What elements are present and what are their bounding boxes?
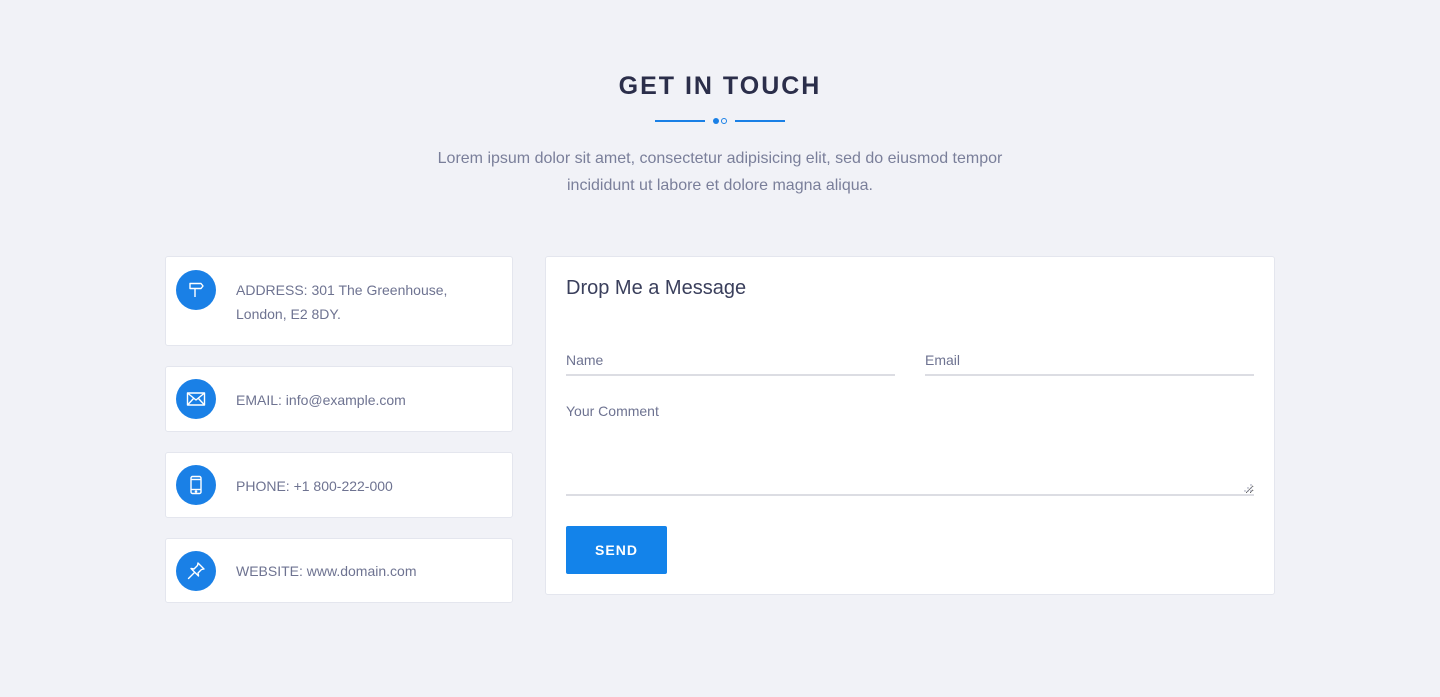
section-subtitle: Lorem ipsum dolor sit amet, consectetur …	[437, 150, 1003, 194]
website-text: WEBSITE: www.domain.com	[236, 563, 417, 579]
divider-dot-hollow	[721, 118, 727, 124]
section-title: GET IN TOUCH	[618, 72, 822, 100]
send-button[interactable]: SEND	[566, 526, 667, 574]
comment-field[interactable]	[566, 403, 1254, 496]
resize-handle-icon[interactable]	[1243, 483, 1252, 492]
website-card: WEBSITE: www.domain.com	[165, 538, 513, 603]
phone-text: PHONE: +1 800-222-000	[236, 478, 393, 494]
address-icon-badge	[176, 270, 216, 310]
phone-icon-badge	[176, 465, 216, 505]
title-divider	[655, 117, 785, 125]
email-field[interactable]	[925, 345, 1254, 376]
address-card: ADDRESS: 301 The Greenhouse, London, E2 …	[165, 256, 513, 346]
name-field[interactable]	[566, 345, 895, 376]
email-icon-badge	[176, 379, 216, 419]
message-form: Drop Me a Message SEND	[545, 256, 1275, 595]
contact-section: GET IN TOUCH Lorem ipsum dolor sit amet,…	[0, 0, 1440, 697]
website-icon-badge	[176, 551, 216, 591]
divider-dot-filled	[713, 118, 719, 124]
divider-line-right	[735, 120, 785, 122]
mobile-phone-icon	[190, 475, 202, 495]
phone-card: PHONE: +1 800-222-000	[165, 452, 513, 518]
pushpin-icon	[187, 562, 205, 580]
form-title: Drop Me a Message	[566, 277, 747, 299]
email-card: EMAIL: info@example.com	[165, 366, 513, 432]
address-text: ADDRESS: 301 The Greenhouse, London, E2 …	[236, 282, 448, 322]
envelope-icon	[186, 392, 206, 406]
divider-line-left	[655, 120, 705, 122]
signpost-icon	[189, 282, 204, 297]
email-text: EMAIL: info@example.com	[236, 392, 406, 408]
